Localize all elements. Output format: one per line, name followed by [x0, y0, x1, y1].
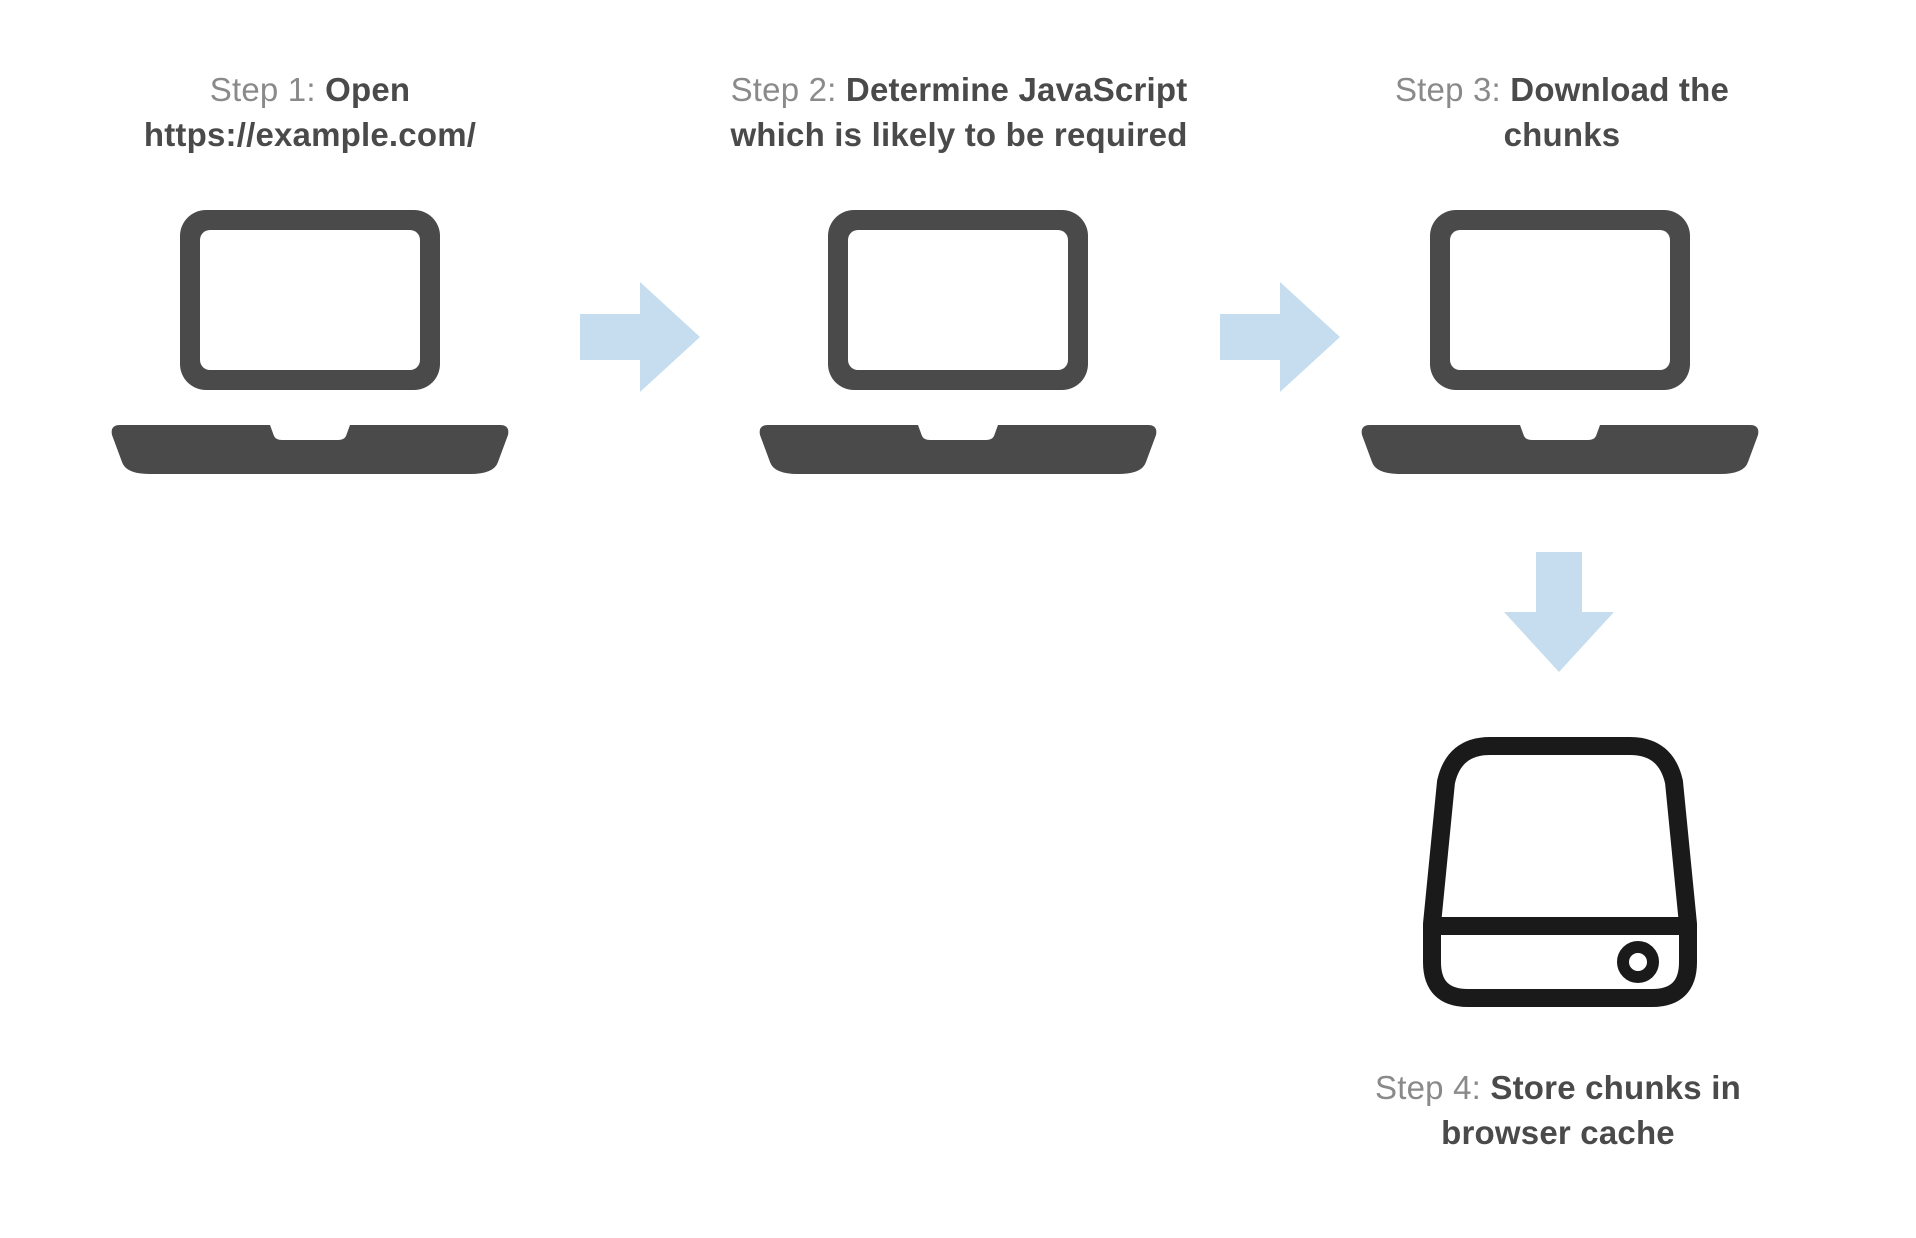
arrow-down-icon	[1494, 542, 1624, 682]
arrow-right-icon	[1210, 272, 1350, 402]
laptop-icon	[758, 200, 1158, 488]
step-3-prefix: Step 3:	[1395, 71, 1510, 108]
diagram-canvas: Step 1: Open https://example.com/ Step 2…	[0, 0, 1916, 1238]
hard-drive-icon	[1422, 728, 1698, 1016]
step-4-label: Step 4: Store chunks in browser cache	[1338, 1066, 1778, 1155]
step-3-bold: Download the chunks	[1504, 71, 1729, 153]
step-2-label: Step 2: Determine JavaScript which is li…	[679, 68, 1239, 157]
step-3-label: Step 3: Download the chunks	[1342, 68, 1782, 157]
step-4-prefix: Step 4:	[1375, 1069, 1490, 1106]
step-1-label: Step 1: Open https://example.com/	[80, 68, 540, 157]
laptop-icon	[1360, 200, 1760, 488]
laptop-icon	[110, 200, 510, 488]
step-1-prefix: Step 1:	[210, 71, 325, 108]
arrow-right-icon	[570, 272, 710, 402]
step-2-prefix: Step 2:	[731, 71, 846, 108]
